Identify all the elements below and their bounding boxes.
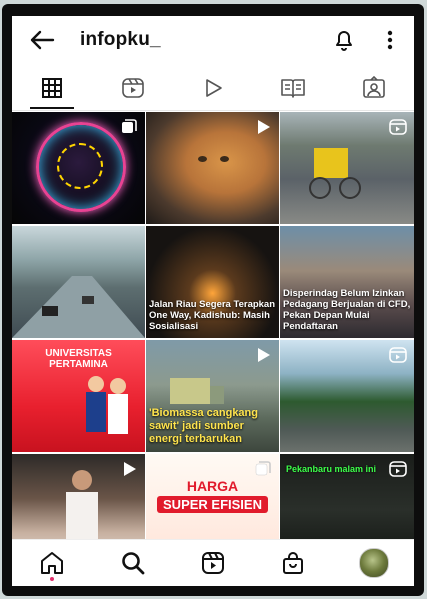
search-icon: [121, 552, 144, 575]
post-banner-title: UNIVERSITAS PERTAMINA: [45, 348, 112, 370]
post-thumbnail[interactable]: Jalan Riau Segera Terapkan One Way, Kadi…: [146, 226, 279, 338]
reels-icon: [121, 78, 144, 98]
cat-eye: [220, 156, 229, 162]
post-thumbnail[interactable]: [280, 112, 414, 224]
carousel-icon: [255, 461, 271, 476]
video-icon: [124, 462, 136, 476]
tab-reels[interactable]: [105, 67, 161, 109]
play-icon: [206, 79, 222, 97]
shop-icon: [283, 552, 304, 574]
people-image: [86, 376, 128, 434]
ferris-wheel-image: [36, 122, 126, 212]
post-overlay-text: Pekanbaru malam ini: [286, 464, 377, 474]
phone-frame: infopku_ Jalan Riau Segera Terapkan One …: [2, 4, 424, 596]
post-thumbnail[interactable]: UNIVERSITAS PERTAMINA: [12, 340, 145, 452]
nav-search[interactable]: [111, 543, 155, 583]
reels-icon: [389, 119, 407, 135]
more-vertical-icon: [387, 30, 393, 50]
cat-eye: [198, 156, 207, 162]
post-thumbnail[interactable]: [280, 340, 414, 452]
post-thumbnail[interactable]: [12, 112, 145, 224]
home-icon: [41, 552, 64, 574]
promo-title: HARGA: [186, 478, 239, 494]
post-thumbnail[interactable]: [146, 112, 279, 224]
profile-header: infopku_: [12, 16, 414, 64]
tab-videos[interactable]: [185, 67, 241, 109]
nav-profile[interactable]: [352, 543, 396, 583]
video-icon: [258, 120, 270, 134]
avatar: [358, 548, 389, 578]
bell-icon: [336, 31, 352, 51]
truck-image: [170, 378, 224, 404]
post-thumbnail[interactable]: Disperindag Belum Izinkan Pedagang Berju…: [280, 226, 414, 338]
tab-tagged[interactable]: [346, 67, 402, 109]
back-arrow-icon: [30, 30, 55, 50]
profile-tabs: [12, 66, 414, 111]
post-caption: 'Biomassa cangkang sawit' jadi sumber en…: [149, 407, 258, 445]
post-thumbnail[interactable]: 'Biomassa cangkang sawit' jadi sumber en…: [146, 340, 279, 452]
tab-guides[interactable]: [265, 67, 321, 109]
more-options-button[interactable]: [380, 26, 400, 54]
bottom-navigation: [12, 539, 414, 586]
nav-reels[interactable]: [191, 543, 235, 583]
post-caption: Disperindag Belum Izinkan Pedagang Berju…: [283, 288, 411, 332]
activity-dot: [50, 577, 55, 581]
back-button[interactable]: [28, 26, 56, 54]
reels-icon: [201, 552, 224, 574]
profile-username: infopku_: [80, 29, 161, 50]
nav-home[interactable]: [30, 543, 74, 583]
nav-shop[interactable]: [271, 543, 315, 583]
posts-grid: Jalan Riau Segera Terapkan One Way, Kadi…: [12, 112, 414, 566]
cart-image: [309, 148, 361, 199]
promo-banner: HARGA SUPER EFISIEN: [146, 478, 279, 514]
promo-subtitle: SUPER EFISIEN: [157, 496, 268, 513]
flooded-street-image: [12, 276, 145, 338]
post-caption: Jalan Riau Segera Terapkan One Way, Kadi…: [149, 299, 276, 332]
post-thumbnail[interactable]: [12, 226, 145, 338]
tab-grid[interactable]: [24, 67, 80, 109]
tagged-icon: [362, 76, 385, 98]
reels-icon: [389, 461, 407, 477]
reels-icon: [389, 347, 407, 363]
grid-icon: [42, 78, 63, 98]
guide-icon: [281, 79, 306, 98]
notifications-button[interactable]: [330, 26, 358, 54]
screen: infopku_ Jalan Riau Segera Terapkan One …: [12, 16, 414, 586]
carousel-icon: [122, 119, 137, 133]
video-icon: [258, 348, 270, 362]
